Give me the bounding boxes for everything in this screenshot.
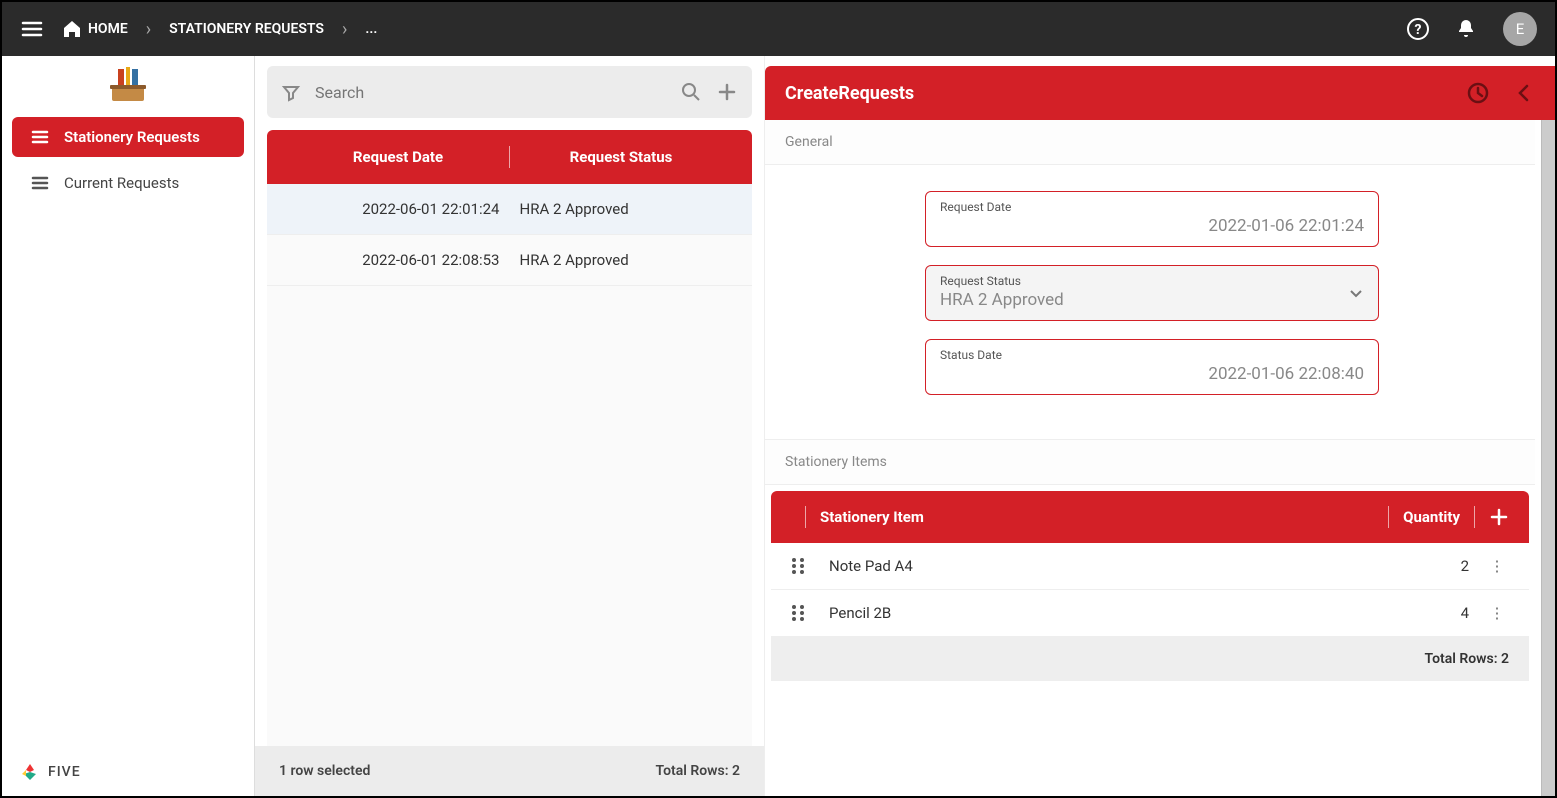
breadcrumb-home[interactable]: HOME [62,19,128,39]
items-col-qty[interactable]: Quantity [1403,508,1460,526]
field-label: Request Status [940,274,1364,288]
status-date-field[interactable]: Status Date 2022-01-06 22:08:40 [925,339,1379,395]
chevron-down-icon [1348,285,1364,301]
back-arrow-icon[interactable] [1513,82,1535,104]
field-label: Status Date [940,348,1364,362]
list-panel: Request Date Request Status 2022-06-01 2… [255,56,765,796]
sidebar: Stationery Requests Current Requests FIV… [2,56,255,796]
search-icon[interactable] [680,81,702,103]
sidebar-item-stationery-requests[interactable]: Stationery Requests [12,117,244,157]
brand-logo-icon [20,762,40,782]
drag-handle-icon[interactable] [791,557,805,575]
cell-status: HRA 2 Approved [520,200,733,218]
section-items-title: Stationery Items [765,440,1535,485]
list-body: 2022-06-01 22:01:24 HRA 2 Approved 2022-… [267,184,752,746]
item-qty: 4 [1425,604,1485,622]
drag-handle-icon[interactable] [791,604,805,622]
item-qty: 2 [1425,557,1485,575]
list-col-status[interactable]: Request Status [510,148,732,166]
brand-footer: FIVE [2,748,254,796]
detail-header: CreateRequests [765,66,1555,120]
field-value: 2022-01-06 22:08:40 [940,364,1364,384]
list-row[interactable]: 2022-06-01 22:08:53 HRA 2 Approved [267,235,752,286]
hamburger-icon[interactable] [20,17,44,41]
kebab-icon[interactable]: ⋮ [1485,557,1509,575]
general-form: Request Date 2022-01-06 22:01:24 Request… [765,165,1535,440]
app-logo [2,56,254,114]
topbar: HOME › STATIONERY REQUESTS › ... ? E [2,2,1555,56]
list-footer-selected: 1 row selected [279,763,370,779]
detail-title: CreateRequests [785,83,914,104]
chevron-right-icon: › [342,19,347,40]
request-date-field[interactable]: Request Date 2022-01-06 22:01:24 [925,191,1379,247]
add-icon[interactable] [716,81,738,103]
field-label: Request Date [940,200,1364,214]
chevron-right-icon: › [146,19,151,40]
brand-text: FIVE [48,764,81,780]
cell-date: 2022-06-01 22:01:24 [287,200,520,218]
svg-text:?: ? [1415,22,1422,38]
help-icon[interactable]: ? [1407,18,1429,40]
sidebar-item-label: Stationery Requests [64,128,200,146]
sidebar-item-label: Current Requests [64,174,179,192]
breadcrumb-home-label: HOME [88,21,128,37]
history-icon[interactable] [1467,82,1489,104]
kebab-icon[interactable]: ⋮ [1485,604,1509,622]
add-item-icon[interactable] [1489,507,1509,527]
bell-icon[interactable] [1455,18,1477,40]
breadcrumb-stationery-label: STATIONERY REQUESTS [169,21,324,37]
items-footer: Total Rows: 2 [771,637,1529,681]
avatar[interactable]: E [1503,12,1537,46]
scrollbar[interactable] [1541,120,1555,796]
section-general-title: General [765,120,1535,165]
breadcrumb-overflow[interactable]: ... [365,21,377,37]
item-row[interactable]: Note Pad A4 2 ⋮ [771,543,1529,590]
list-footer: 1 row selected Total Rows: 2 [255,746,764,796]
field-value: HRA 2 Approved [940,290,1364,310]
list-header: Request Date Request Status [267,130,752,184]
avatar-initial: E [1516,20,1525,38]
search-bar [267,66,752,118]
request-status-field[interactable]: Request Status HRA 2 Approved [925,265,1379,321]
item-name: Note Pad A4 [829,557,1425,575]
items-header: Stationery Item Quantity [771,491,1529,543]
item-row[interactable]: Pencil 2B 4 ⋮ [771,590,1529,637]
list-footer-total: Total Rows: 2 [656,763,740,779]
cell-date: 2022-06-01 22:08:53 [287,251,520,269]
sidebar-item-current-requests[interactable]: Current Requests [12,163,244,203]
detail-panel: CreateRequests General Request Date 2022… [765,66,1555,796]
breadcrumb-overflow-label: ... [365,21,377,37]
list-col-date[interactable]: Request Date [287,148,509,166]
search-input[interactable] [315,83,666,102]
items-col-item[interactable]: Stationery Item [820,508,924,526]
breadcrumb-stationery[interactable]: STATIONERY REQUESTS [169,21,324,37]
item-name: Pencil 2B [829,604,1425,622]
cell-status: HRA 2 Approved [520,251,733,269]
list-row[interactable]: 2022-06-01 22:01:24 HRA 2 Approved [267,184,752,235]
filter-icon[interactable] [281,82,301,102]
field-value: 2022-01-06 22:01:24 [940,216,1364,236]
